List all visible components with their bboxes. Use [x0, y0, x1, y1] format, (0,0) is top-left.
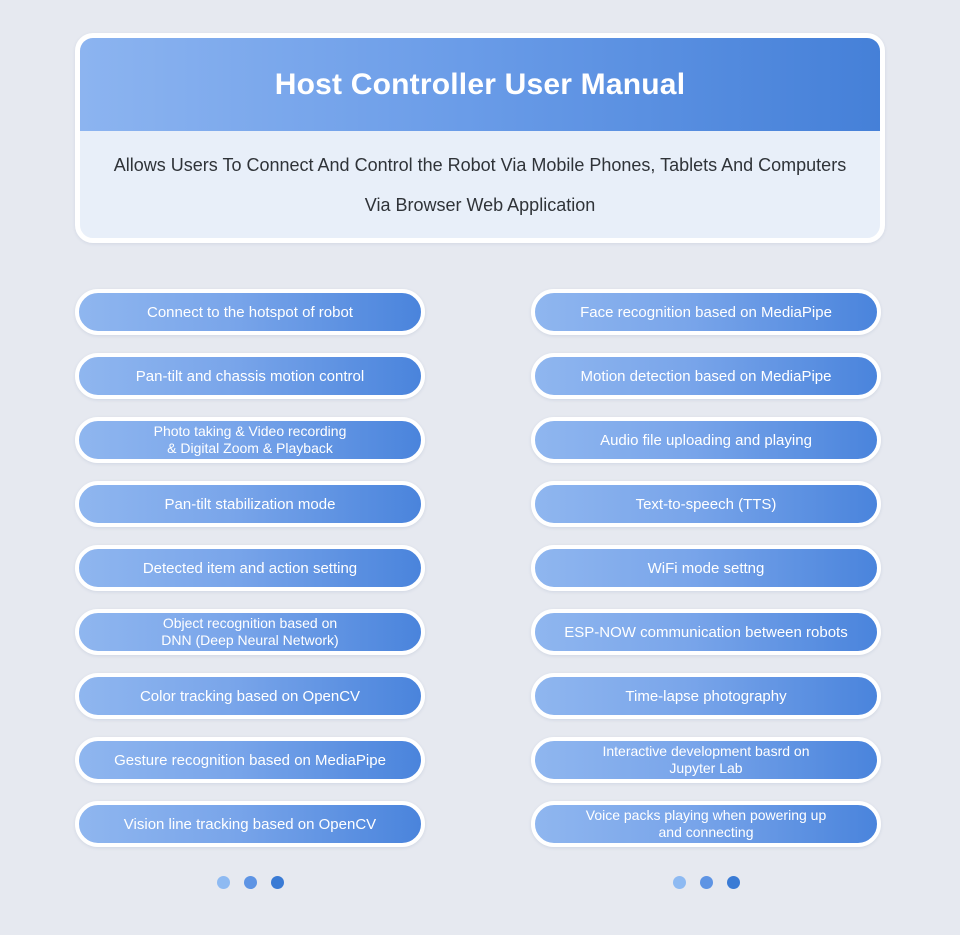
header-subtitle-panel: Allows Users To Connect And Control the …	[80, 131, 880, 238]
feature-pill-right-1[interactable]: Motion detection based on MediaPipe	[531, 353, 881, 399]
feature-pill-left-5[interactable]: Object recognition based on DNN (Deep Ne…	[75, 609, 425, 655]
feature-pill-left-3[interactable]: Pan-tilt stabilization mode	[75, 481, 425, 527]
feature-label: Audio file uploading and playing	[600, 431, 812, 449]
feature-pill-left-4[interactable]: Detected item and action setting	[75, 545, 425, 591]
pagination-dots-left[interactable]	[75, 873, 425, 891]
pagination-dot-left-1[interactable]	[243, 875, 257, 889]
feature-label: Photo taking & Video recording & Digital…	[153, 423, 347, 456]
feature-label: Color tracking based on OpenCV	[139, 687, 361, 705]
feature-pill-right-3[interactable]: Text-to-speech (TTS)	[531, 481, 881, 527]
page-subtitle: Allows Users To Connect And Control the …	[113, 154, 847, 215]
feature-pill-right-4[interactable]: WiFi mode settng	[531, 545, 881, 591]
feature-pill-left-2[interactable]: Photo taking & Video recording & Digital…	[75, 417, 425, 463]
feature-pill-left-8[interactable]: Vision line tracking based on OpenCV	[75, 801, 425, 847]
header-card: Host Controller User Manual Allows Users…	[75, 33, 885, 243]
pagination-dot-left-0[interactable]	[216, 875, 230, 889]
feature-label: Time-lapse photography	[625, 687, 787, 705]
feature-label: Vision line tracking based on OpenCV	[123, 815, 377, 833]
pagination-dot-right-2[interactable]	[726, 875, 740, 889]
feature-label: Gesture recognition based on MediaPipe	[114, 751, 386, 769]
feature-label: Detected item and action setting	[142, 559, 358, 577]
pagination-dot-right-1[interactable]	[699, 875, 713, 889]
feature-pill-right-8[interactable]: Voice packs playing when powering up and…	[531, 801, 881, 847]
feature-label: WiFi mode settng	[647, 559, 765, 577]
feature-column-right: Face recognition based on MediaPipe Motio…	[531, 289, 881, 865]
feature-label: Text-to-speech (TTS)	[635, 495, 777, 513]
feature-label: Face recognition based on MediaPipe	[580, 303, 832, 321]
feature-pill-left-6[interactable]: Color tracking based on OpenCV	[75, 673, 425, 719]
feature-label: Motion detection based on MediaPipe	[580, 367, 832, 385]
feature-pill-left-7[interactable]: Gesture recognition based on MediaPipe	[75, 737, 425, 783]
page-title: Host Controller User Manual	[274, 67, 686, 101]
feature-label: ESP-NOW communication between robots	[564, 623, 848, 641]
feature-label: Connect to the hotspot of robot	[147, 303, 353, 321]
feature-pill-right-2[interactable]: Audio file uploading and playing	[531, 417, 881, 463]
header-banner: Host Controller User Manual	[80, 38, 880, 131]
feature-pill-left-1[interactable]: Pan-tilt and chassis motion control	[75, 353, 425, 399]
pagination-dot-left-2[interactable]	[270, 875, 284, 889]
feature-pill-left-0[interactable]: Connect to the hotspot of robot	[75, 289, 425, 335]
feature-pill-right-7[interactable]: Interactive development basrd on Jupyter…	[531, 737, 881, 783]
feature-pill-right-0[interactable]: Face recognition based on MediaPipe	[531, 289, 881, 335]
pagination-dots-right[interactable]	[531, 873, 881, 891]
feature-pill-right-6[interactable]: Time-lapse photography	[531, 673, 881, 719]
feature-label: Pan-tilt stabilization mode	[164, 495, 336, 513]
feature-label: Object recognition based on DNN (Deep Ne…	[161, 615, 339, 648]
feature-label: Interactive development basrd on Jupyter…	[602, 743, 810, 776]
feature-pill-right-5[interactable]: ESP-NOW communication between robots	[531, 609, 881, 655]
feature-column-left: Connect to the hotspot of robot Pan-tilt …	[75, 289, 425, 865]
pagination-dot-right-0[interactable]	[672, 875, 686, 889]
feature-label: Pan-tilt and chassis motion control	[135, 367, 365, 385]
feature-label: Voice packs playing when powering up and…	[585, 807, 827, 840]
